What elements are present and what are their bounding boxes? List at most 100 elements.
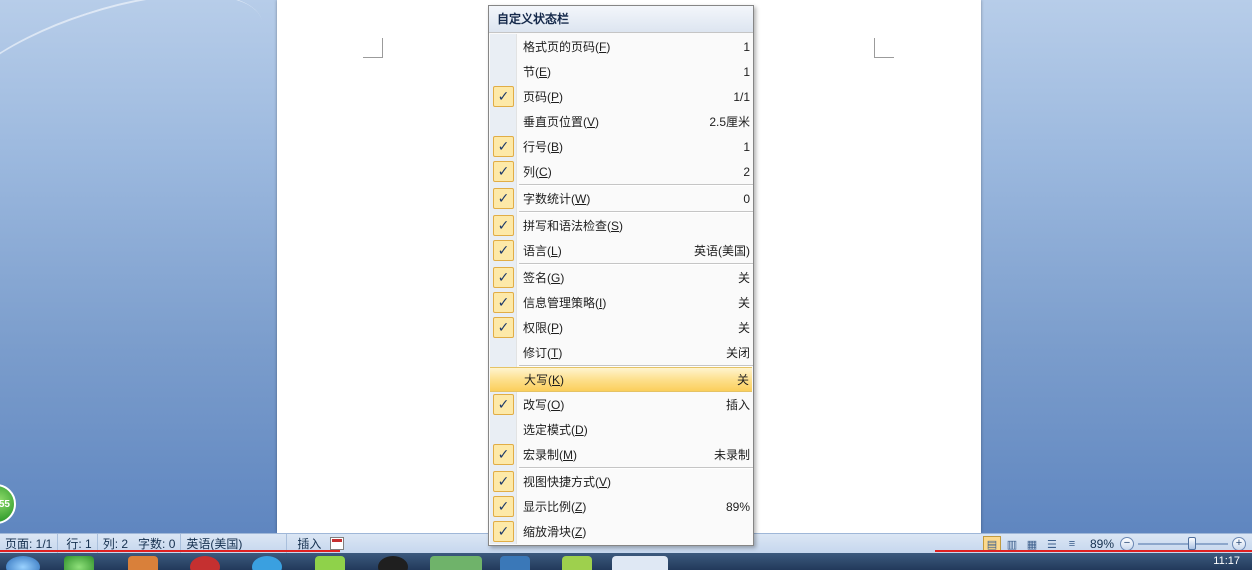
menu-item-label: 权限(P) <box>523 321 564 335</box>
menu-item[interactable]: ✓ 显示比例(Z) 89% <box>489 494 753 519</box>
zoom-out-icon[interactable]: − <box>1120 537 1134 551</box>
zoom-level[interactable]: 89% <box>1082 537 1120 551</box>
menu-item-label: 行号(B) <box>523 140 564 154</box>
taskbar: 11:17 <box>0 553 1252 570</box>
app-icon-3[interactable] <box>190 556 220 570</box>
menu-item[interactable]: 格式页的页码(F) 1 <box>489 34 753 59</box>
menu-item-accelerator: G <box>551 271 561 285</box>
menu-item-label: 页码(P) <box>523 90 564 104</box>
menu-item-label: 格式页的页码(F) <box>523 40 611 54</box>
app-icon-8[interactable] <box>500 556 530 570</box>
menu-item-text: 垂直页位置 <box>523 115 584 129</box>
app-icon-5[interactable] <box>315 556 345 570</box>
app-icon-2[interactable] <box>128 556 158 570</box>
menu-item-value: 关 <box>737 296 750 310</box>
checkmark-icon: ✓ <box>493 471 514 492</box>
menu-item-text: 页码 <box>523 90 548 104</box>
menu-item-label: 显示比例(Z) <box>523 500 587 514</box>
checkmark-icon: ✓ <box>493 496 514 517</box>
menu-item-text: 格式页的页码 <box>523 40 596 54</box>
menu-item-accelerator: P <box>551 90 560 104</box>
menu-item-value: 关 <box>736 373 749 387</box>
start-orb-icon[interactable] <box>6 556 40 570</box>
menu-item-accelerator: S <box>611 219 620 233</box>
menu-item-text: 签名 <box>523 271 548 285</box>
menu-item[interactable]: 选定模式(D) <box>489 417 753 442</box>
menu-item-text: 语言 <box>523 244 548 258</box>
menu-item-text: 大写 <box>524 373 549 387</box>
menu-item[interactable]: ✓ 签名(G) 关 <box>489 265 753 290</box>
menu-item[interactable]: ✓ 宏录制(M) 未录制 <box>489 442 753 467</box>
checkmark-icon: ✓ <box>493 136 514 157</box>
checkmark-icon: ✓ <box>493 215 514 236</box>
menu-item-text: 视图快捷方式 <box>523 475 596 489</box>
menu-item[interactable]: ✓ 页码(P) 1/1 <box>489 84 753 109</box>
menu-item-text: 选定模式 <box>523 423 572 437</box>
crop-mark-left <box>363 38 383 58</box>
menu-item-value: 关 <box>737 271 750 285</box>
menu-item-value: 插入 <box>725 398 750 412</box>
menu-item-value: 未录制 <box>713 448 750 462</box>
menu-item-value: 1 <box>743 139 750 154</box>
app-icon-7[interactable] <box>430 556 482 570</box>
clock-time[interactable]: 11:17 <box>1213 555 1240 567</box>
menu-item-accelerator: Z <box>575 500 583 514</box>
menu-item-accelerator: Z <box>575 525 583 539</box>
menu-item-text: 拼写和语法检查 <box>523 219 608 233</box>
app-icon-1[interactable] <box>64 556 94 570</box>
menu-item[interactable]: 大写(K) 关 <box>490 367 752 392</box>
menu-item[interactable]: ✓ 字数统计(W) 0 <box>489 186 753 211</box>
macro-record-icon[interactable] <box>330 537 345 550</box>
menu-item-text: 行号 <box>523 140 548 154</box>
menu-item[interactable]: ✓ 列(C) 2 <box>489 159 753 184</box>
menu-item-accelerator: D <box>575 423 584 437</box>
menu-item-label: 垂直页位置(V) <box>523 115 600 129</box>
checkmark-icon: ✓ <box>493 292 514 313</box>
menu-item-label: 节(E) <box>523 65 552 79</box>
app-icon-6[interactable] <box>378 556 408 570</box>
word-app-icon[interactable] <box>612 556 668 570</box>
menu-item-label: 大写(K) <box>524 373 565 387</box>
zoom-slider[interactable] <box>1138 537 1228 550</box>
app-icon-9[interactable] <box>562 556 592 570</box>
menu-item[interactable]: ✓ 视图快捷方式(V) <box>489 469 753 494</box>
menu-item[interactable]: 节(E) 1 <box>489 59 753 84</box>
menu-item-text: 权限 <box>523 321 548 335</box>
window-background-left <box>0 0 277 533</box>
menu-title: 自定义状态栏 <box>489 6 753 33</box>
zoom-in-icon[interactable]: + <box>1232 537 1246 551</box>
menu-item-accelerator: O <box>551 398 561 412</box>
checkmark-icon: ✓ <box>493 161 514 182</box>
menu-item-label: 修订(T) <box>523 346 563 360</box>
menu-item-text: 节 <box>523 65 536 79</box>
menu-item[interactable]: ✓ 缩放滑块(Z) <box>489 519 753 544</box>
menu-item-label: 字数统计(W) <box>523 192 591 206</box>
checkmark-icon: ✓ <box>493 240 514 261</box>
menu-item[interactable]: ✓ 权限(P) 关 <box>489 315 753 340</box>
menu-item-accelerator: P <box>551 321 560 335</box>
menu-item-value: 89% <box>725 499 750 514</box>
menu-item-accelerator: C <box>539 165 548 179</box>
menu-item-accelerator: L <box>551 244 558 258</box>
menu-item-label: 列(C) <box>523 165 552 179</box>
menu-item-value: 英语(美国) <box>694 244 750 258</box>
checkmark-icon: ✓ <box>493 444 514 465</box>
menu-item[interactable]: ✓ 拼写和语法检查(S) <box>489 213 753 238</box>
menu-item[interactable]: ✓ 语言(L) 英语(美国) <box>489 238 753 263</box>
app-icon-4[interactable] <box>252 556 282 570</box>
menu-item-text: 改写 <box>523 398 548 412</box>
menu-item[interactable]: 修订(T) 关闭 <box>489 340 753 365</box>
menu-item[interactable]: ✓ 信息管理策略(I) 关 <box>489 290 753 315</box>
zoom-slider-thumb[interactable] <box>1188 537 1196 550</box>
menu-item-value: 关闭 <box>725 346 750 360</box>
menu-item-value: 1/1 <box>733 89 750 104</box>
menu-item-value: 关 <box>737 321 750 335</box>
menu-item[interactable]: 垂直页位置(V) 2.5厘米 <box>489 109 753 134</box>
menu-item-label: 信息管理策略(I) <box>523 296 607 310</box>
customize-status-bar-menu[interactable]: 自定义状态栏 格式页的页码(F) 1 节(E) 1 ✓ 页码(P) 1/1 垂直页位置(V) 2… <box>488 5 754 546</box>
menu-item[interactable]: ✓ 改写(O) 插入 <box>489 392 753 417</box>
menu-item-label: 改写(O) <box>523 398 565 412</box>
checkmark-icon: ✓ <box>493 267 514 288</box>
menu-item-text: 显示比例 <box>523 500 572 514</box>
menu-item[interactable]: ✓ 行号(B) 1 <box>489 134 753 159</box>
